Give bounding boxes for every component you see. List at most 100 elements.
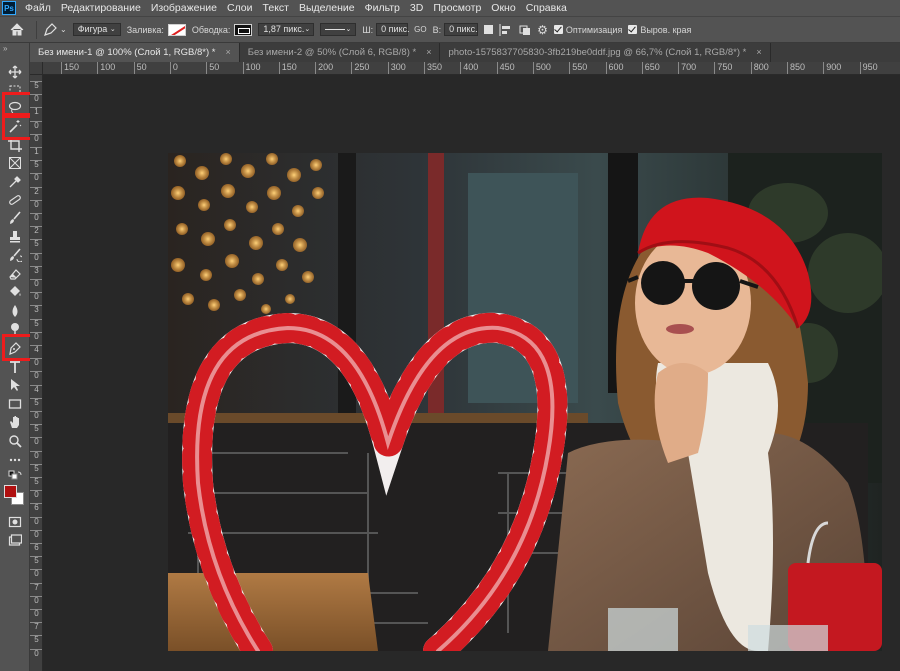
options-bar: ⌄ Фигура ⌄ Заливка: Обводка: 1,87 пикс. ⌄ … — [0, 16, 900, 43]
tool-preset-picker[interactable]: ⌄ — [43, 22, 67, 37]
height-field[interactable]: 0 пикс. — [444, 23, 479, 36]
path-alignment-icon — [499, 23, 511, 36]
ruler-tick-label: 400 — [460, 62, 478, 74]
menu-3d[interactable]: 3D — [405, 0, 428, 16]
home-icon[interactable] — [10, 23, 24, 36]
ruler-tick-label: 0 — [30, 411, 42, 420]
close-icon[interactable]: × — [426, 43, 431, 62]
horizontal-ruler[interactable]: 150 100 50 0 50 100 150 200 250 300 350 400 450 500 55… — [30, 62, 900, 75]
close-icon[interactable]: × — [756, 43, 761, 62]
menu-file[interactable]: Файл — [20, 0, 56, 16]
tab-document-1[interactable]: Без имени-1 @ 100% (Слой 1, RGB/8*) * × — [30, 43, 240, 62]
ruler-tick-label: 100 — [242, 62, 261, 74]
stamp-icon[interactable] — [4, 228, 26, 245]
close-icon[interactable]: × — [225, 43, 230, 62]
menu-layers[interactable]: Слои — [222, 0, 258, 16]
link-dimensions-icon[interactable]: GO — [414, 25, 426, 34]
paint-bucket-icon[interactable] — [4, 283, 26, 300]
path-select-icon[interactable] — [4, 376, 26, 393]
ruler-tick-label: 7 — [30, 622, 42, 631]
frame-icon[interactable] — [4, 154, 26, 171]
default-colors-icon[interactable] — [4, 470, 26, 483]
tab-label: photo-1575837705830-3fb219be0ddf.jpg @ 6… — [448, 47, 747, 58]
eraser-icon[interactable] — [4, 265, 26, 282]
ruler-tick-label: 550 — [569, 62, 587, 74]
optimize-checkbox[interactable]: Оптимизация — [553, 25, 622, 35]
ruler-tick-label: 700 — [678, 62, 696, 74]
menu-filter[interactable]: Фильтр — [360, 0, 405, 16]
ruler-tick-label: 0 — [30, 120, 42, 130]
rectangle-icon[interactable] — [4, 395, 26, 412]
ruler-tick-label: 4 — [30, 345, 42, 354]
ruler-tick-label: 1 — [30, 147, 42, 156]
tab-document-3[interactable]: photo-1575837705830-3fb219be0ddf.jpg @ 6… — [440, 43, 771, 62]
ruler-tick-label: 0 — [169, 62, 178, 74]
ruler-tick-label: 0 — [30, 437, 42, 446]
history-brush-icon[interactable] — [4, 246, 26, 263]
screen-mode-icon[interactable] — [4, 532, 26, 549]
stroke-swatch[interactable] — [234, 23, 253, 36]
ruler-tick-label: 0 — [30, 94, 42, 103]
menu-image[interactable]: Изображение — [146, 0, 222, 16]
foreground-color-swatch[interactable] — [4, 485, 17, 498]
menu-view[interactable]: Просмотр — [428, 0, 486, 16]
ruler-tick-label: 0 — [30, 279, 42, 288]
menu-bar: Ps Файл Редактирование Изображение Слои … — [0, 0, 900, 16]
ruler-tick-label: 5 — [30, 477, 42, 486]
ruler-tick-label: 5 — [30, 424, 42, 433]
hand-icon[interactable] — [4, 413, 26, 430]
stroke-width-field[interactable]: 1,87 пикс. ⌄ — [258, 23, 315, 36]
menu-edit[interactable]: Редактирование — [56, 0, 146, 16]
photoshop-logo: Ps — [2, 1, 16, 15]
path-arrangement-button[interactable] — [518, 24, 531, 36]
ruler-tick-label: 300 — [387, 62, 406, 74]
ruler-tick-label: 5 — [30, 635, 42, 644]
width-field[interactable]: 0 пикс. — [376, 23, 410, 36]
blur-icon[interactable] — [4, 302, 26, 319]
ruler-tick-label: 5 — [30, 556, 42, 565]
path-operations-button[interactable] — [484, 25, 494, 34]
brush-icon[interactable] — [4, 209, 26, 226]
align-edges-checkbox[interactable]: Выров. края — [628, 25, 691, 35]
quick-mask-icon[interactable] — [4, 513, 26, 530]
ruler-tick-label: 900 — [823, 62, 841, 74]
menu-window[interactable]: Окно — [486, 0, 520, 16]
ruler-tick-label: 50 — [206, 62, 219, 74]
fill-label: Заливка: — [126, 24, 164, 35]
mode-value: Фигура — [77, 24, 108, 34]
ruler-tick-label: 0 — [30, 529, 42, 539]
ruler-tick-label: 600 — [605, 62, 624, 74]
ruler-tick-label: 0 — [30, 609, 42, 618]
menu-type[interactable]: Текст — [258, 0, 294, 16]
document-canvas-image[interactable] — [168, 153, 882, 651]
collapse-panel-icon[interactable]: » — [3, 44, 7, 53]
ruler-tick-label: 0 — [30, 199, 42, 209]
ruler-tick-label: 450 — [496, 62, 515, 74]
stroke-width-value: 1,87 пикс. — [263, 24, 305, 34]
ruler-tick-label: 5 — [30, 160, 42, 169]
eyedropper-icon[interactable] — [4, 173, 26, 190]
fill-swatch[interactable] — [167, 23, 186, 36]
mode-select[interactable]: Фигура ⌄ — [72, 23, 121, 36]
ruler-tick-label: 5 — [30, 318, 42, 328]
ruler-corner — [30, 62, 43, 74]
vertical-ruler[interactable]: 5 0 1 0 0 1 5 0 2 0 0 2 5 0 3 0 0 3 5 0 4 0 0 4 5 0 5 0 0 5 5 0 6 0 0 6 5 0 7 0… — [30, 75, 43, 671]
ruler-tick-label: 0 — [30, 648, 42, 658]
path-alignment-button[interactable] — [499, 23, 512, 36]
ruler-tick-label: 5 — [30, 397, 42, 407]
move-icon[interactable] — [4, 63, 26, 80]
ruler-tick-label: 0 — [30, 173, 42, 182]
ruler-tick-label: 4 — [30, 384, 42, 394]
menu-select[interactable]: Выделение — [294, 0, 360, 16]
settings-button[interactable]: ⚙ — [537, 23, 548, 37]
tab-label: Без имени-2 @ 50% (Слой 6, RGB/8) * — [247, 47, 417, 58]
ruler-tick-label: 0 — [30, 371, 42, 380]
tab-document-2[interactable]: Без имени-2 @ 50% (Слой 6, RGB/8) * × — [239, 43, 441, 62]
width-label: Ш: — [362, 24, 374, 35]
zoom-icon[interactable] — [4, 432, 26, 449]
ruler-tick-label: 3 — [30, 265, 42, 275]
healing-icon[interactable] — [4, 191, 26, 208]
stroke-type-select[interactable]: ⌄ — [320, 23, 357, 36]
more-icon[interactable] — [4, 451, 26, 468]
menu-help[interactable]: Справка — [521, 0, 572, 16]
